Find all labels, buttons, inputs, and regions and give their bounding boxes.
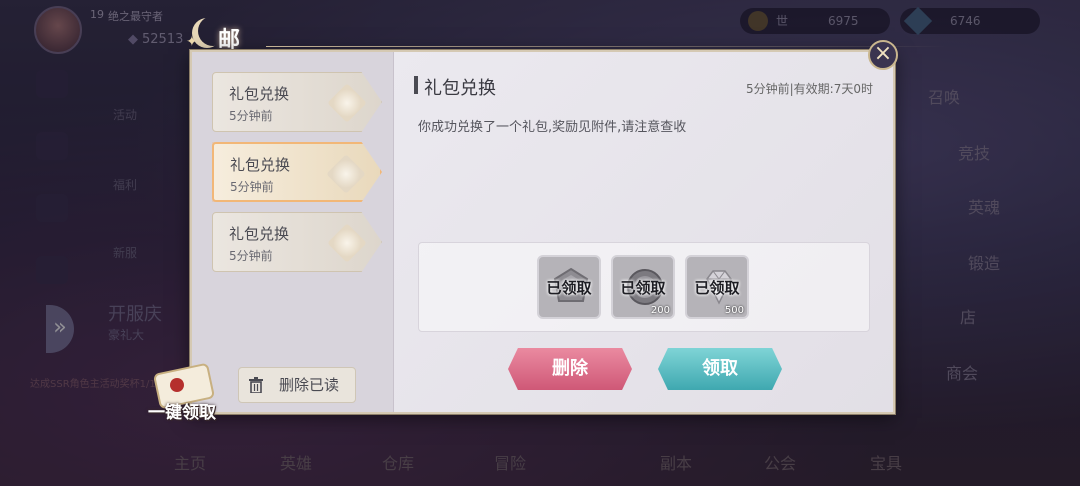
mail-list-item[interactable]: 礼包兑换 5分钟前 [212, 72, 382, 132]
mail-list: 礼包兑换 5分钟前 礼包兑换 5分钟前 礼包兑换 5分钟前 删除已读 [192, 52, 394, 412]
attachment-item[interactable]: 已领取 [537, 255, 601, 319]
attachment-item[interactable]: 已领取 500 [685, 255, 749, 319]
claimed-label: 已领取 [694, 279, 740, 297]
mail-list-item[interactable]: 礼包兑换 5分钟前 [212, 212, 382, 272]
mail-item-title: 礼包兑换 [229, 85, 290, 103]
detail-body: 你成功兑换了一个礼包,奖励见附件,请注意查收 [418, 120, 687, 135]
title-accent-bar [414, 76, 418, 94]
wax-seal-icon [170, 378, 184, 392]
mail-item-title: 礼包兑换 [229, 225, 290, 243]
attachment-item[interactable]: 已领取 200 [611, 255, 675, 319]
attachment-count: 200 [650, 305, 670, 316]
delete-read-button[interactable]: 删除已读 [238, 367, 356, 403]
mail-item-time: 5分钟前 [229, 249, 273, 263]
delete-read-label: 删除已读 [278, 376, 339, 394]
title-divider [266, 46, 946, 47]
attachments-box: 已领取 已领取 200 已领取 500 [418, 242, 870, 332]
envelope-deco-icon [326, 154, 366, 194]
detail-title: 礼包兑换 [424, 78, 496, 99]
claimed-label: 已领取 [546, 279, 592, 297]
detail-meta: 5分钟前|有效期:7天0时 [746, 82, 873, 96]
mail-panel: 礼包兑换 5分钟前 礼包兑换 5分钟前 礼包兑换 5分钟前 删除已读 礼包兑换 … [190, 50, 895, 414]
mail-item-title: 礼包兑换 [230, 156, 291, 174]
envelope-deco-icon [327, 83, 367, 123]
close-icon[interactable]: × [868, 40, 898, 70]
one-key-claim-label: 一键领取 [148, 403, 216, 423]
mail-item-time: 5分钟前 [229, 109, 273, 123]
star-icon: ✦ [186, 34, 198, 50]
envelope-deco-icon [327, 223, 367, 263]
delete-button[interactable]: 删除 [508, 348, 632, 390]
trash-icon [249, 377, 263, 393]
mail-list-item-selected[interactable]: 礼包兑换 5分钟前 [212, 142, 382, 202]
mail-item-time: 5分钟前 [230, 180, 274, 194]
claimed-label: 已领取 [620, 279, 666, 297]
mail-detail: 礼包兑换 5分钟前|有效期:7天0时 你成功兑换了一个礼包,奖励见附件,请注意查… [394, 52, 893, 412]
one-key-claim-button[interactable]: 一键领取 [146, 362, 226, 424]
claim-button[interactable]: 领取 [658, 348, 782, 390]
attachment-count: 500 [724, 305, 744, 316]
